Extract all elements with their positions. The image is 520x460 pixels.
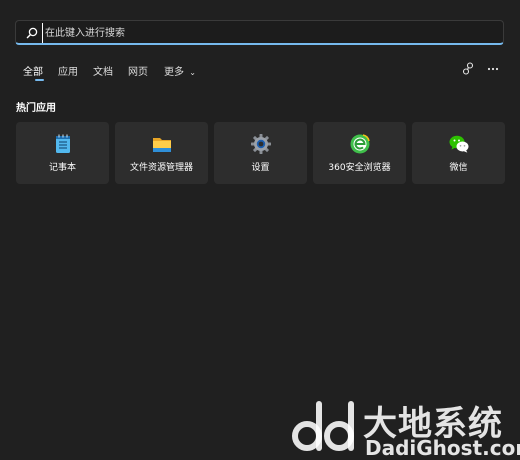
- wechat-icon: [448, 133, 470, 155]
- app-tile-wechat[interactable]: 微信: [412, 122, 505, 184]
- tab-apps[interactable]: 应用: [58, 63, 78, 78]
- app-tile-file-explorer[interactable]: 文件资源管理器: [115, 122, 208, 184]
- active-tab-indicator: [35, 79, 44, 81]
- share-icon[interactable]: [462, 62, 474, 76]
- tab-documents-label: 文档: [93, 67, 113, 78]
- search-icon: [25, 26, 39, 40]
- 360-browser-icon: [349, 133, 371, 155]
- tab-apps-label: 应用: [58, 67, 78, 78]
- more-icon[interactable]: [487, 62, 499, 76]
- app-label: 记事本: [16, 160, 109, 173]
- tab-all-label: 全部: [23, 67, 43, 78]
- tab-more[interactable]: 更多 ⌄: [164, 63, 196, 78]
- tab-documents[interactable]: 文档: [93, 63, 113, 78]
- app-label: 360安全浏览器: [313, 160, 406, 173]
- watermark: 大地系统 DadiGhost.com: [290, 396, 520, 459]
- app-tile-360-browser[interactable]: 360安全浏览器: [313, 122, 406, 184]
- watermark-logo-icon: [290, 398, 360, 456]
- tab-more-label: 更多: [164, 67, 184, 78]
- watermark-url: DadiGhost.com: [365, 436, 520, 460]
- app-tile-settings[interactable]: 设置: [214, 122, 307, 184]
- app-tile-notepad[interactable]: 记事本: [16, 122, 109, 184]
- tab-web[interactable]: 网页: [128, 63, 148, 78]
- search-input[interactable]: [42, 23, 487, 43]
- file-explorer-icon: [151, 133, 173, 155]
- search-box[interactable]: [15, 20, 504, 45]
- settings-gear-icon: [250, 133, 272, 155]
- tab-all[interactable]: 全部: [23, 63, 43, 78]
- tab-web-label: 网页: [128, 67, 148, 78]
- app-label: 设置: [214, 160, 307, 173]
- app-label: 文件资源管理器: [115, 160, 208, 173]
- app-label: 微信: [412, 160, 505, 173]
- notepad-icon: [52, 133, 74, 155]
- chevron-down-icon: ⌄: [189, 68, 196, 77]
- section-title-hot-apps: 热门应用: [16, 99, 56, 114]
